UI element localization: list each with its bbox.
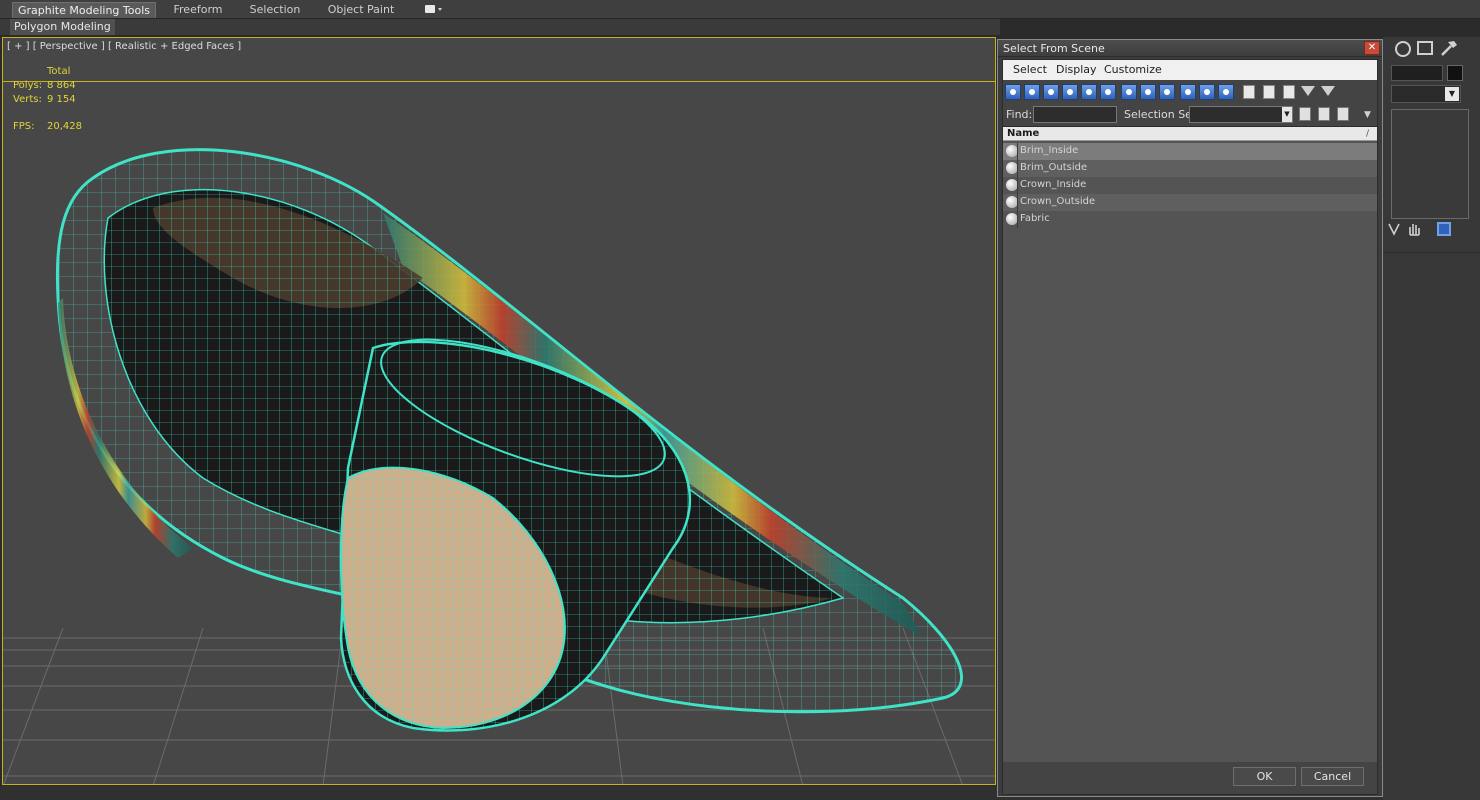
viewport-label-menu[interactable]: [ + ] [ Perspective ] [ Realistic + Edge… (7, 41, 241, 52)
menu-customize[interactable]: Customize (1104, 63, 1162, 76)
command-panel: ▼ (1383, 37, 1480, 800)
ribbon-subpanel: Polygon Modeling (0, 19, 1000, 35)
list-item-label: Crown_Outside (1020, 196, 1096, 207)
tab-selection[interactable]: Selection (240, 2, 310, 18)
stats-polys-label: Polys: (13, 80, 43, 91)
pin-stack-icon[interactable] (1387, 222, 1401, 236)
modifier-stack[interactable] (1391, 109, 1469, 219)
scene-object-list[interactable]: Name / Brim_Inside Brim_Outside Crown_In… (1003, 126, 1377, 762)
list-item[interactable]: Brim_Inside (1003, 143, 1377, 160)
filter-options-icon[interactable] (1321, 86, 1335, 96)
ok-button[interactable]: OK (1233, 767, 1296, 786)
object-name-field[interactable] (1391, 65, 1443, 81)
column-sort-icon[interactable]: / (1366, 127, 1369, 141)
row-divider (1017, 211, 1018, 228)
stats-verts-value: 9 154 (47, 94, 76, 105)
display-icon[interactable] (1395, 41, 1411, 57)
ribbon-tab-bar: Graphite Modeling Tools Freeform Selecti… (0, 0, 1480, 19)
row-divider (1017, 143, 1018, 160)
close-icon[interactable]: ✕ (1364, 41, 1380, 55)
hammer-icon[interactable] (1439, 39, 1459, 57)
chevron-down-icon[interactable]: ▼ (1445, 87, 1459, 101)
stats-verts-label: Verts: (13, 94, 42, 105)
list-item-label: Crown_Inside (1020, 179, 1087, 190)
list-item[interactable]: Brim_Outside (1003, 160, 1377, 177)
display-spacewarps-icon[interactable] (1100, 84, 1116, 100)
display-shapes-icon[interactable] (1024, 84, 1040, 100)
modifier-config-icon[interactable] (1437, 222, 1451, 236)
object-color-swatch[interactable] (1447, 65, 1463, 81)
display-lights-icon[interactable] (1043, 84, 1059, 100)
row-divider (1017, 177, 1018, 194)
perspective-viewport[interactable]: [ + ] [ Perspective ] [ Realistic + Edge… (2, 37, 996, 785)
polygon-modeling-panel-button[interactable]: Polygon Modeling (10, 19, 115, 35)
list-header[interactable]: Name / (1003, 127, 1377, 141)
stats-polys-value: 8 864 (47, 80, 76, 91)
display-bones-icon[interactable] (1159, 84, 1175, 100)
display-filter-toolbar (1003, 82, 1377, 104)
create-selection-set-icon[interactable] (1299, 107, 1311, 121)
column-name-header[interactable]: Name (1007, 127, 1039, 141)
row-divider (1017, 194, 1018, 211)
tab-object-paint[interactable]: Object Paint (316, 2, 406, 18)
menu-display[interactable]: Display (1056, 63, 1097, 76)
cancel-button[interactable]: Cancel (1301, 767, 1364, 786)
delete-selection-set-icon[interactable] (1337, 107, 1349, 121)
utilities-icon[interactable] (1417, 41, 1433, 55)
list-item-label: Brim_Outside (1020, 162, 1088, 173)
dialog-title-bar[interactable]: Select From Scene ✕ (998, 40, 1382, 57)
filter-icon[interactable] (1301, 86, 1315, 96)
stats-total-header: Total (47, 66, 71, 77)
row-divider (1017, 160, 1018, 177)
dialog-body: Select Display Customize Find: Selection… (1002, 59, 1378, 795)
select-none-icon[interactable] (1283, 85, 1295, 99)
stats-fps-label: FPS: (13, 121, 35, 132)
selection-set-dropdown[interactable]: ▼ (1189, 106, 1293, 123)
display-frozen-icon[interactable] (1199, 84, 1215, 100)
select-from-scene-dialog: Select From Scene ✕ Select Display Custo… (997, 39, 1383, 797)
display-xrefs-icon[interactable] (1140, 84, 1156, 100)
find-label: Find: (1006, 108, 1033, 121)
panel-dropdown-icon[interactable] (424, 4, 444, 15)
select-all-icon[interactable] (1263, 85, 1275, 99)
hat-model-wireframe (3, 148, 995, 784)
list-item-label: Fabric (1020, 213, 1050, 224)
dialog-title: Select From Scene (1003, 42, 1105, 55)
tab-freeform[interactable]: Freeform (160, 2, 236, 18)
chevron-down-icon[interactable]: ▼ (1282, 107, 1292, 122)
viewport-divider (3, 81, 995, 82)
hand-icon[interactable] (1407, 221, 1421, 237)
list-item-label: Brim_Inside (1020, 145, 1079, 156)
dialog-menu-bar: Select Display Customize (1003, 60, 1377, 80)
display-groups-icon[interactable] (1121, 84, 1137, 100)
display-containers-icon[interactable] (1180, 84, 1196, 100)
display-hidden-icon[interactable] (1218, 84, 1234, 100)
menu-select[interactable]: Select (1013, 63, 1047, 76)
stats-fps-value: 20,428 (47, 121, 82, 132)
tab-graphite-modeling-tools[interactable]: Graphite Modeling Tools (12, 2, 156, 18)
display-geometry-icon[interactable] (1005, 84, 1021, 100)
display-cameras-icon[interactable] (1062, 84, 1078, 100)
panel-divider (1383, 252, 1480, 253)
list-item[interactable]: Crown_Inside (1003, 177, 1377, 194)
list-item[interactable]: Crown_Outside (1003, 194, 1377, 211)
find-input[interactable] (1033, 106, 1117, 123)
options-chevron-icon[interactable]: ▼ (1364, 110, 1371, 120)
display-all-icon[interactable] (1243, 85, 1255, 99)
display-helpers-icon[interactable] (1081, 84, 1097, 100)
edit-selection-set-icon[interactable] (1318, 107, 1330, 121)
list-item[interactable]: Fabric (1003, 211, 1377, 228)
